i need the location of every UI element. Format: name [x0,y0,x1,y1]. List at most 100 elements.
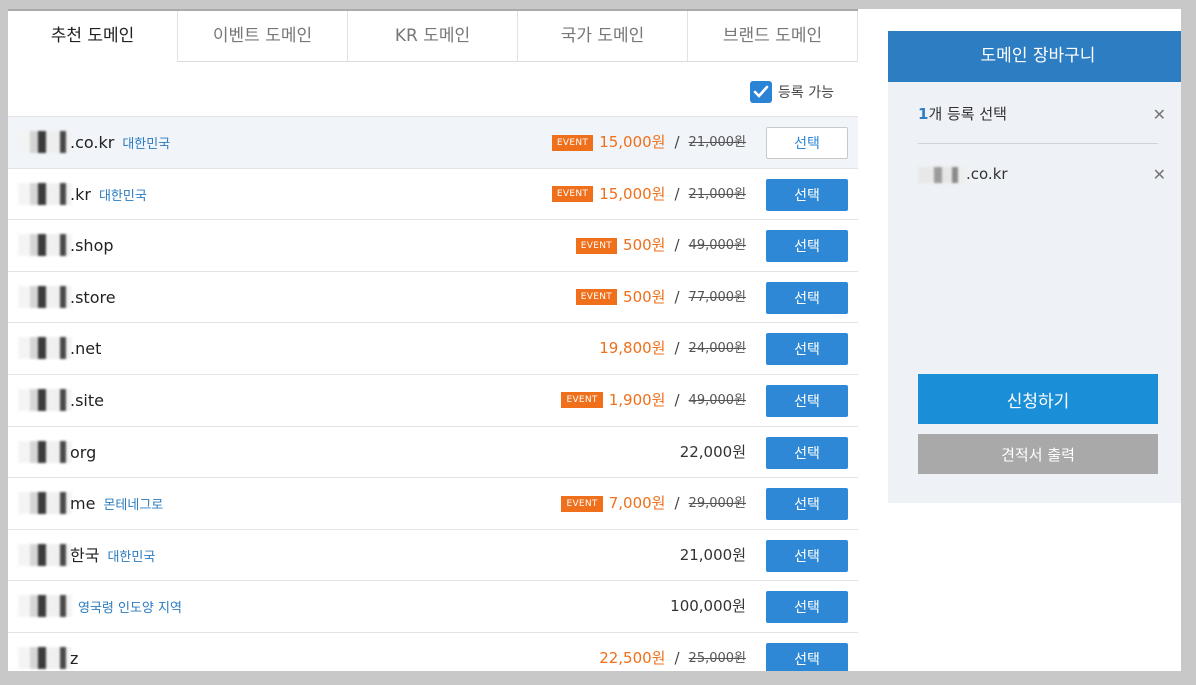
sale-price: 15,000원 [599,184,666,203]
price: 22,000원 [679,442,746,461]
price-group: 100,000원 [670,581,746,632]
domain-row: .shop EVENT 500원 / 49,000원 선택 [8,219,858,271]
tab-brand[interactable]: 브랜드 도메인 [687,11,858,62]
domain-tabs: 추천 도메인 이벤트 도메인 KR 도메인 국가 도메인 브랜드 도메인 [8,9,858,62]
domain-name: .net [70,323,101,374]
domain-tld: .store [70,287,116,307]
select-button[interactable]: 선택 [766,281,848,314]
event-badge: EVENT [575,289,618,306]
domain-tld: .shop [70,236,114,256]
tab-kr[interactable]: KR 도메인 [347,11,517,62]
cart-item-tld: .co.kr [966,165,1008,183]
print-quote-button[interactable]: 견적서 출력 [918,434,1158,474]
domain-name: .shop [70,220,114,271]
masked-domain [18,131,72,153]
select-button[interactable]: 선택 [766,127,848,159]
masked-domain [18,285,72,308]
remove-item-close-icon[interactable]: ✕ [1153,165,1166,184]
tab-country[interactable]: 국가 도메인 [517,11,687,62]
price-separator: / [674,287,680,306]
domain-tld: 한국 [70,545,100,565]
domain-country: 몬테네그로 [103,498,164,514]
sale-price: 500원 [623,287,666,306]
tab-recommended[interactable]: 추천 도메인 [8,11,177,62]
select-button[interactable]: 선택 [766,591,848,624]
domain-tld: me [70,494,96,514]
price-group: EVENT 15,000원 / 21,000원 [551,169,746,220]
event-badge: EVENT [561,392,603,409]
masked-domain [18,646,72,669]
domain-row: org 22,000원 선택 [8,425,858,478]
apply-button[interactable]: 신청하기 [918,374,1158,424]
event-badge: EVENT [551,186,594,203]
select-button[interactable]: 선택 [766,230,848,263]
price-separator: / [674,184,680,203]
clear-cart-close-icon[interactable]: ✕ [1153,105,1166,124]
select-button[interactable]: 선택 [766,642,848,671]
domain-country: 대한민국 [122,137,171,152]
event-badge: EVENT [561,495,603,512]
masked-domain [18,595,72,618]
price-separator: / [674,494,680,513]
select-button[interactable]: 선택 [766,384,848,417]
price-group: EVENT 1,900원 / 49,000원 [561,375,746,426]
sale-price: 15,000원 [599,133,666,151]
domain-country: 영국령 인도양 지역 [78,601,182,617]
domain-row: z 22,500원 / 25,000원 선택 [8,631,858,671]
available-filter[interactable]: 등록 가능 [750,80,834,104]
select-button[interactable]: 선택 [766,488,848,521]
price: 21,000원 [679,545,746,564]
event-badge: EVENT [551,134,594,151]
price-separator: / [674,390,680,409]
select-button[interactable]: 선택 [766,539,848,572]
domain-name: 영국령 인도양 지역 [70,581,182,632]
original-price: 29,000원 [688,496,746,512]
price-group: EVENT 500원 / 77,000원 [575,272,746,323]
price: 100,000원 [670,597,746,616]
domain-name: me 몬테네그로 [70,478,163,529]
select-button[interactable]: 선택 [766,178,848,211]
price-group: EVENT 15,000원 / 21,000원 [551,117,746,168]
domain-country: 대한민국 [98,188,147,204]
domain-row: 영국령 인도양 지역 100,000원 선택 [8,580,858,632]
select-button[interactable]: 선택 [766,436,848,469]
price-separator: / [674,648,680,667]
domain-name: 한국 대한민국 [70,530,155,581]
domain-row: .store EVENT 500원 / 77,000원 선택 [8,270,858,323]
tab-event[interactable]: 이벤트 도메인 [177,11,347,62]
domain-name: z [70,633,78,671]
domain-tld: .net [70,339,102,359]
domain-tld: z [70,648,79,668]
sale-price: 19,800원 [599,339,666,358]
original-price: 49,000원 [688,238,746,254]
original-price: 25,000원 [688,650,746,666]
price-group: EVENT 7,000원 / 29,000원 [561,478,746,529]
original-price: 49,000원 [688,392,746,408]
original-price: 77,000원 [688,289,746,305]
masked-domain [18,388,72,411]
price-separator: / [674,133,680,151]
cart-count-label: 개 등록 선택 [928,105,1007,123]
available-filter-label: 등록 가능 [778,85,834,101]
domain-cart: 도메인 장바구니 1개 등록 선택 ✕ .co.kr ✕ 신청하기 견적서 출력 [888,31,1181,503]
sale-price: 22,500원 [599,648,666,667]
domain-name: org [70,427,96,478]
original-price: 21,000원 [688,135,746,150]
domain-row: 한국 대한민국 21,000원 선택 [8,528,858,581]
check-icon [753,85,769,98]
cart-count-number: 1 [918,105,929,123]
masked-domain [18,492,72,515]
select-button[interactable]: 선택 [766,333,848,366]
cart-item: .co.kr [918,165,1008,183]
cart-title: 도메인 장바구니 [888,31,1181,82]
sale-price: 1,900원 [608,390,666,409]
domain-name: .store [70,272,116,323]
price-separator: / [674,236,680,255]
domain-row: me 몬테네그로 EVENT 7,000원 / 29,000원 선택 [8,477,858,529]
price-group: 19,800원 / 24,000원 [599,323,746,374]
price-group: EVENT 500원 / 49,000원 [575,220,746,271]
cart-divider [918,143,1158,144]
price-group: 22,500원 / 25,000원 [599,633,746,671]
available-checkbox[interactable] [750,81,772,103]
domain-name: .site [70,375,104,426]
